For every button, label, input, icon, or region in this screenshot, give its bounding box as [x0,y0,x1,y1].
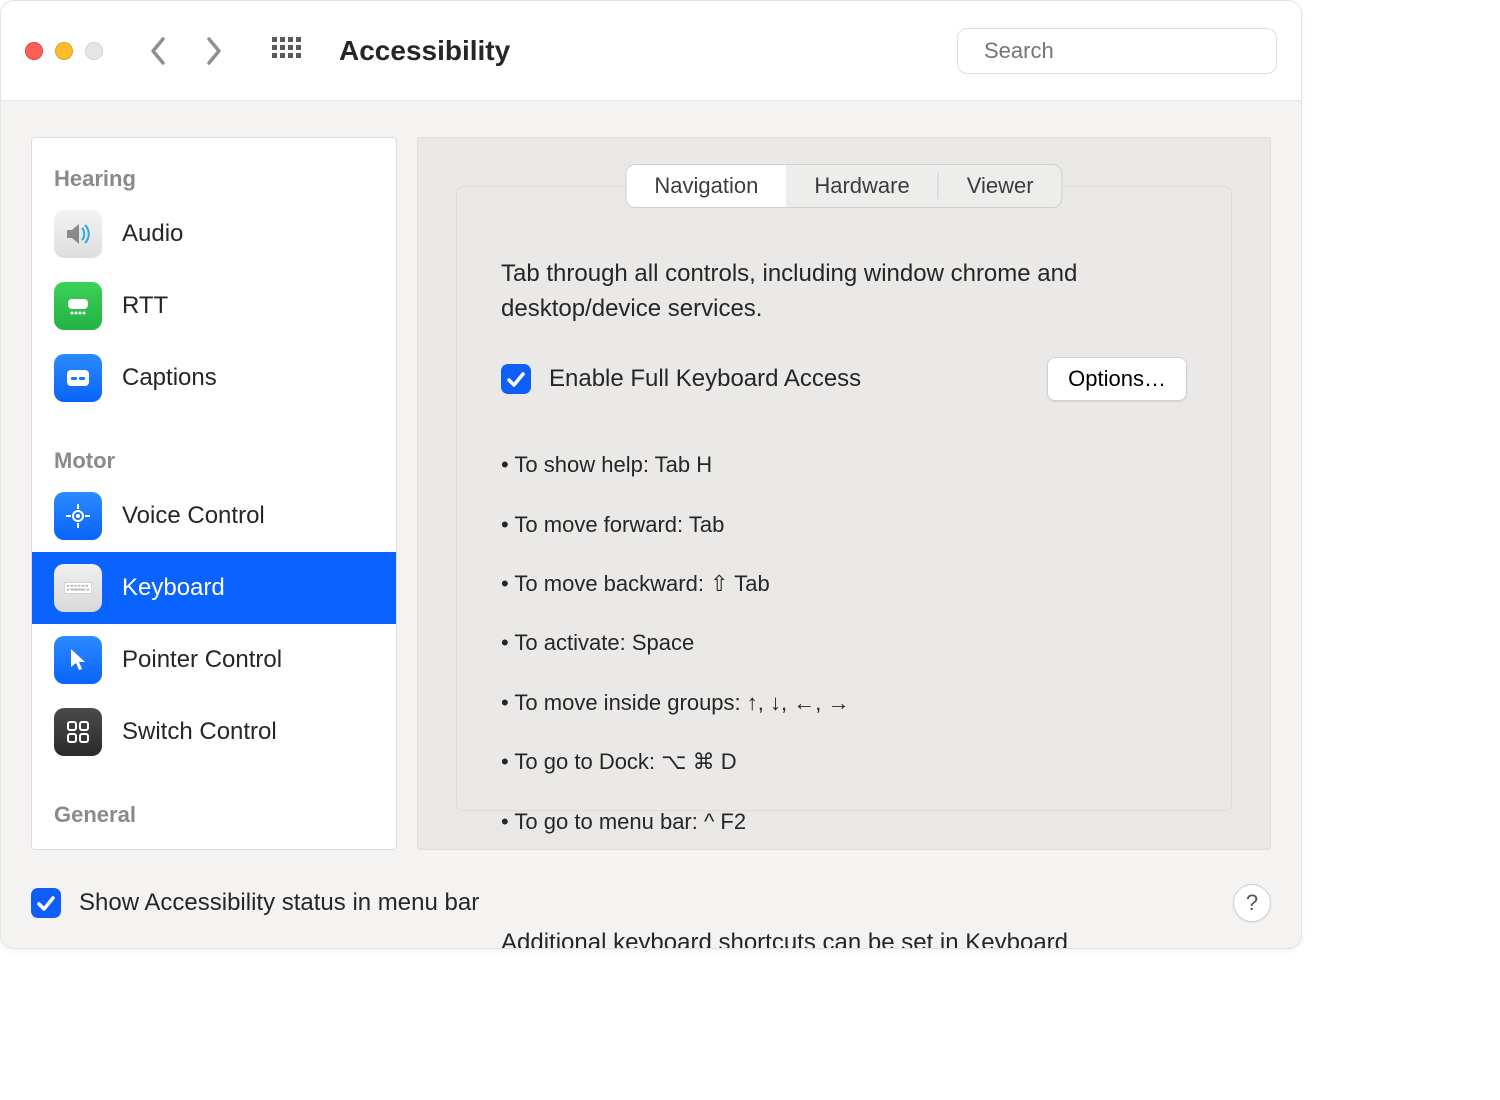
pane-title: Accessibility [339,35,510,67]
hint-line: To move inside groups: ↑, ↓, ←, → [501,688,1187,718]
grid-icon [271,36,301,66]
forward-button[interactable] [195,33,231,69]
close-window-button[interactable] [25,42,43,60]
enable-full-keyboard-access-checkbox[interactable] [501,364,531,394]
back-button[interactable] [141,33,177,69]
hint-line: To show help: Tab H [501,450,1187,480]
sidebar-item-label: Keyboard [122,574,225,602]
voice-control-icon [54,492,102,540]
sidebar-item-rtt[interactable]: RTT [32,270,396,342]
sidebar-section-hearing: Hearing [32,152,396,198]
zoom-window-button[interactable] [85,42,103,60]
sidebar-item-label: Voice Control [122,502,265,530]
window-traffic-lights [25,42,103,60]
tab-segmented-control: Navigation Hardware Viewer [625,164,1062,208]
speaker-icon [54,210,102,258]
sidebar-item-label: Switch Control [122,718,277,746]
checkmark-icon [36,893,56,913]
sidebar-item-keyboard[interactable]: Keyboard [32,552,396,624]
sidebar[interactable]: Hearing Audio RTT Captions Motor [31,137,397,850]
additional-shortcuts-text: Additional keyboard shortcuts can be set… [501,926,1187,949]
main-panel: Navigation Hardware Viewer Tab through a… [417,137,1271,850]
chevron-left-icon [149,36,169,66]
toolbar: Accessibility [1,1,1301,101]
show-all-preferences-button[interactable] [271,36,301,66]
switch-control-icon [54,708,102,756]
hint-line: To activate: Space [501,628,1187,658]
pointer-icon [54,636,102,684]
tab-navigation[interactable]: Navigation [626,165,786,207]
enable-full-keyboard-access-label: Enable Full Keyboard Access [549,365,861,393]
show-accessibility-status-checkbox[interactable] [31,888,61,918]
hint-line: To move backward: ⇧ Tab [501,569,1187,599]
search-input[interactable] [982,37,1274,65]
lead-text: Tab through all controls, including wind… [501,257,1187,327]
sidebar-item-switch-control[interactable]: Switch Control [32,696,396,768]
keyboard-icon [54,564,102,612]
sidebar-section-motor: Motor [32,434,396,480]
show-accessibility-status-label: Show Accessibility status in menu bar [79,889,479,917]
checkmark-icon [506,369,526,389]
sidebar-item-label: Captions [122,364,217,392]
shortcut-hints: To show help: Tab H To move forward: Tab… [501,421,1187,866]
tab-hardware[interactable]: Hardware [786,165,937,207]
tab-viewer[interactable]: Viewer [939,165,1062,207]
footer: Show Accessibility status in menu bar ? [31,884,1271,922]
sidebar-item-label: Audio [122,220,183,248]
sidebar-item-voice-control[interactable]: Voice Control [32,480,396,552]
sidebar-item-audio[interactable]: Audio [32,198,396,270]
sidebar-item-captions[interactable]: Captions [32,342,396,414]
captions-icon [54,354,102,402]
hint-line: To move forward: Tab [501,510,1187,540]
search-field-container[interactable] [957,28,1277,74]
sidebar-section-general: General [32,788,396,834]
minimize-window-button[interactable] [55,42,73,60]
phone-tty-icon [54,282,102,330]
accessibility-preferences-window: Accessibility Hearing Audio RTT [0,0,1302,949]
hint-line: To go to Dock: ⌥ ⌘ D [501,747,1187,777]
sidebar-item-pointer-control[interactable]: Pointer Control [32,624,396,696]
sidebar-item-label: RTT [122,292,168,320]
options-button[interactable]: Options… [1047,357,1187,401]
hint-line: To go to menu bar: ^ F2 [501,807,1187,837]
inner-content-panel: Tab through all controls, including wind… [456,186,1232,811]
enable-full-keyboard-access-row: Enable Full Keyboard Access Options… [501,357,1187,401]
help-button[interactable]: ? [1233,884,1271,922]
chevron-right-icon [203,36,223,66]
sidebar-item-label: Pointer Control [122,646,282,674]
